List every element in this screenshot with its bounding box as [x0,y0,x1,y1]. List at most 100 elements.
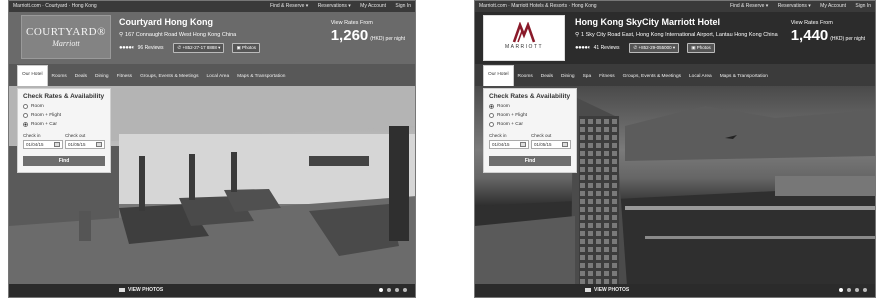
room-radio[interactable] [489,104,494,109]
rating-circles-icon: ●●●●◐ [119,45,135,51]
carousel-dot[interactable] [839,288,843,292]
photos-label: Photos [696,45,711,50]
carousel-dot[interactable] [379,288,383,292]
tab-deals[interactable]: Deals [71,74,91,86]
view-photos-button[interactable]: VIEW PHOTOS [119,287,163,293]
hero-photo-airport-view: Check Rates & Availability Room Room + F… [475,86,875,286]
rates-from-label: View Rates From [330,20,373,26]
reviews-link[interactable]: 41 Reviews [594,45,620,51]
room-flight-radio[interactable] [23,113,28,118]
hotel-address: ⚲ 167 Connaught Road West Hong Kong China [119,32,268,38]
logo-line-2: Marriott [52,39,80,48]
option-room-flight[interactable]: Room + Flight [23,113,105,118]
reviews-link[interactable]: 96 Reviews [138,45,164,51]
check-rates-title: Check Rates & Availability [489,93,571,100]
utility-links: Find & Reserve ▾ Reservations ▾ My Accou… [262,1,411,12]
room-car-radio[interactable] [489,122,494,127]
carousel-dot[interactable] [863,288,867,292]
carousel-dot[interactable] [847,288,851,292]
find-button[interactable]: Find [23,156,105,166]
calendar-icon[interactable] [96,142,102,147]
room-car-radio[interactable] [23,122,28,127]
checkin-input[interactable]: 01/04/15 [489,140,529,149]
rate-price[interactable]: 1,440 [791,27,829,44]
room-label: Room [497,104,510,109]
calendar-icon[interactable] [54,142,60,147]
breadcrumb[interactable]: Marriott.com · Marriott Hotels & Resorts… [479,1,597,12]
calendar-icon[interactable] [562,142,568,147]
tab-our-hotel[interactable]: Our Hotel [483,65,514,86]
photos-button[interactable]: ▣ Photos [687,43,715,53]
rates-from-label: View Rates From [790,20,833,26]
address-text[interactable]: 1 Sky City Road East, Hong Kong Internat… [581,32,778,38]
carousel-dot[interactable] [855,288,859,292]
date-fields: Check in 01/04/15 Check out 01/05/15 [23,133,105,149]
phone-number: +852-27-17 8888 [182,45,217,50]
room-label: Room [31,104,44,109]
tab-rooms[interactable]: Rooms [48,74,71,86]
tab-dining[interactable]: Dining [91,74,113,86]
utility-links: Find & Reserve ▾ Reservations ▾ My Accou… [722,1,871,12]
phone-button[interactable]: ✆ +852-29-055000 ▾ [629,43,680,53]
option-room[interactable]: Room [489,104,571,109]
option-room-flight[interactable]: Room + Flight [489,113,571,118]
tab-groups-events[interactable]: Groups, Events & Meetings [619,74,685,86]
tab-rooms[interactable]: Rooms [514,74,537,86]
photo-footer-bar: VIEW PHOTOS [9,284,415,297]
room-flight-radio[interactable] [489,113,494,118]
checkin-input[interactable]: 01/04/15 [23,140,63,149]
hotel-name: Hong Kong SkyCity Marriott Hotel [575,17,721,27]
marriott-wordmark: MARRIOTT [504,44,544,50]
carousel-dot[interactable] [403,288,407,292]
photo-footer-bar: VIEW PHOTOS [475,284,875,297]
tab-dining[interactable]: Dining [557,74,579,86]
phone-button[interactable]: ✆ +852-27-17 8888 ▾ [173,43,225,53]
top-utility-bar: Marriott.com · Courtyard · Hong Kong Fin… [9,1,415,12]
calendar-icon[interactable] [520,142,526,147]
courtyard-logo[interactable]: COURTYARD® Marriott [21,15,111,59]
find-reserve-link[interactable]: Find & Reserve ▾ [730,3,768,9]
checkout-input[interactable]: 01/05/15 [531,140,571,149]
view-photos-button[interactable]: VIEW PHOTOS [585,287,629,293]
tab-fitness[interactable]: Fitness [595,74,618,86]
tab-maps-transportation[interactable]: Maps & Transportation [233,74,289,86]
reservations-link[interactable]: Reservations ▾ [318,3,351,9]
address-text[interactable]: 167 Connaught Road West Hong Kong China [125,32,236,38]
tab-local-area[interactable]: Local Area [202,74,233,86]
checkout-label: Check out [531,133,552,138]
find-button[interactable]: Find [489,156,571,166]
tab-our-hotel[interactable]: Our Hotel [17,65,48,86]
my-account-link[interactable]: My Account [820,3,846,9]
room-radio[interactable] [23,104,28,109]
checkin-group: Check in 01/04/15 [23,133,63,149]
checkin-value: 01/04/15 [492,142,510,147]
tab-fitness[interactable]: Fitness [113,74,136,86]
photos-label: Photos [241,45,256,50]
photos-button[interactable]: ▣ Photos [232,43,260,53]
carousel-dot[interactable] [387,288,391,292]
tab-deals[interactable]: Deals [537,74,557,86]
option-room-car[interactable]: Room + Car [23,122,105,127]
sign-in-link[interactable]: Sign In [855,3,871,9]
tab-maps-transportation[interactable]: Maps & Transportation [716,74,772,86]
checkout-input[interactable]: 01/05/15 [65,140,105,149]
sign-in-link[interactable]: Sign In [395,3,411,9]
marriott-logo[interactable]: MARRIOTT [483,15,565,61]
option-room[interactable]: Room [23,104,105,109]
tab-local-area[interactable]: Local Area [685,74,716,86]
tab-groups-events[interactable]: Groups, Events & Meetings [136,74,202,86]
courtyard-page: Marriott.com · Courtyard · Hong Kong Fin… [8,0,416,298]
camera-icon [585,287,591,292]
rate-price[interactable]: 1,260 [331,27,369,44]
marriott-m-icon [484,22,564,44]
checkin-value: 01/04/15 [26,142,44,147]
find-reserve-link[interactable]: Find & Reserve ▾ [270,3,308,9]
tab-spa[interactable]: Spa [579,74,596,86]
checkout-label: Check out [65,133,86,138]
option-room-car[interactable]: Room + Car [489,122,571,127]
my-account-link[interactable]: My Account [360,3,386,9]
map-pin-icon: ⚲ [575,32,580,38]
reservations-link[interactable]: Reservations ▾ [778,3,811,9]
breadcrumb[interactable]: Marriott.com · Courtyard · Hong Kong [13,1,97,12]
carousel-dot[interactable] [395,288,399,292]
